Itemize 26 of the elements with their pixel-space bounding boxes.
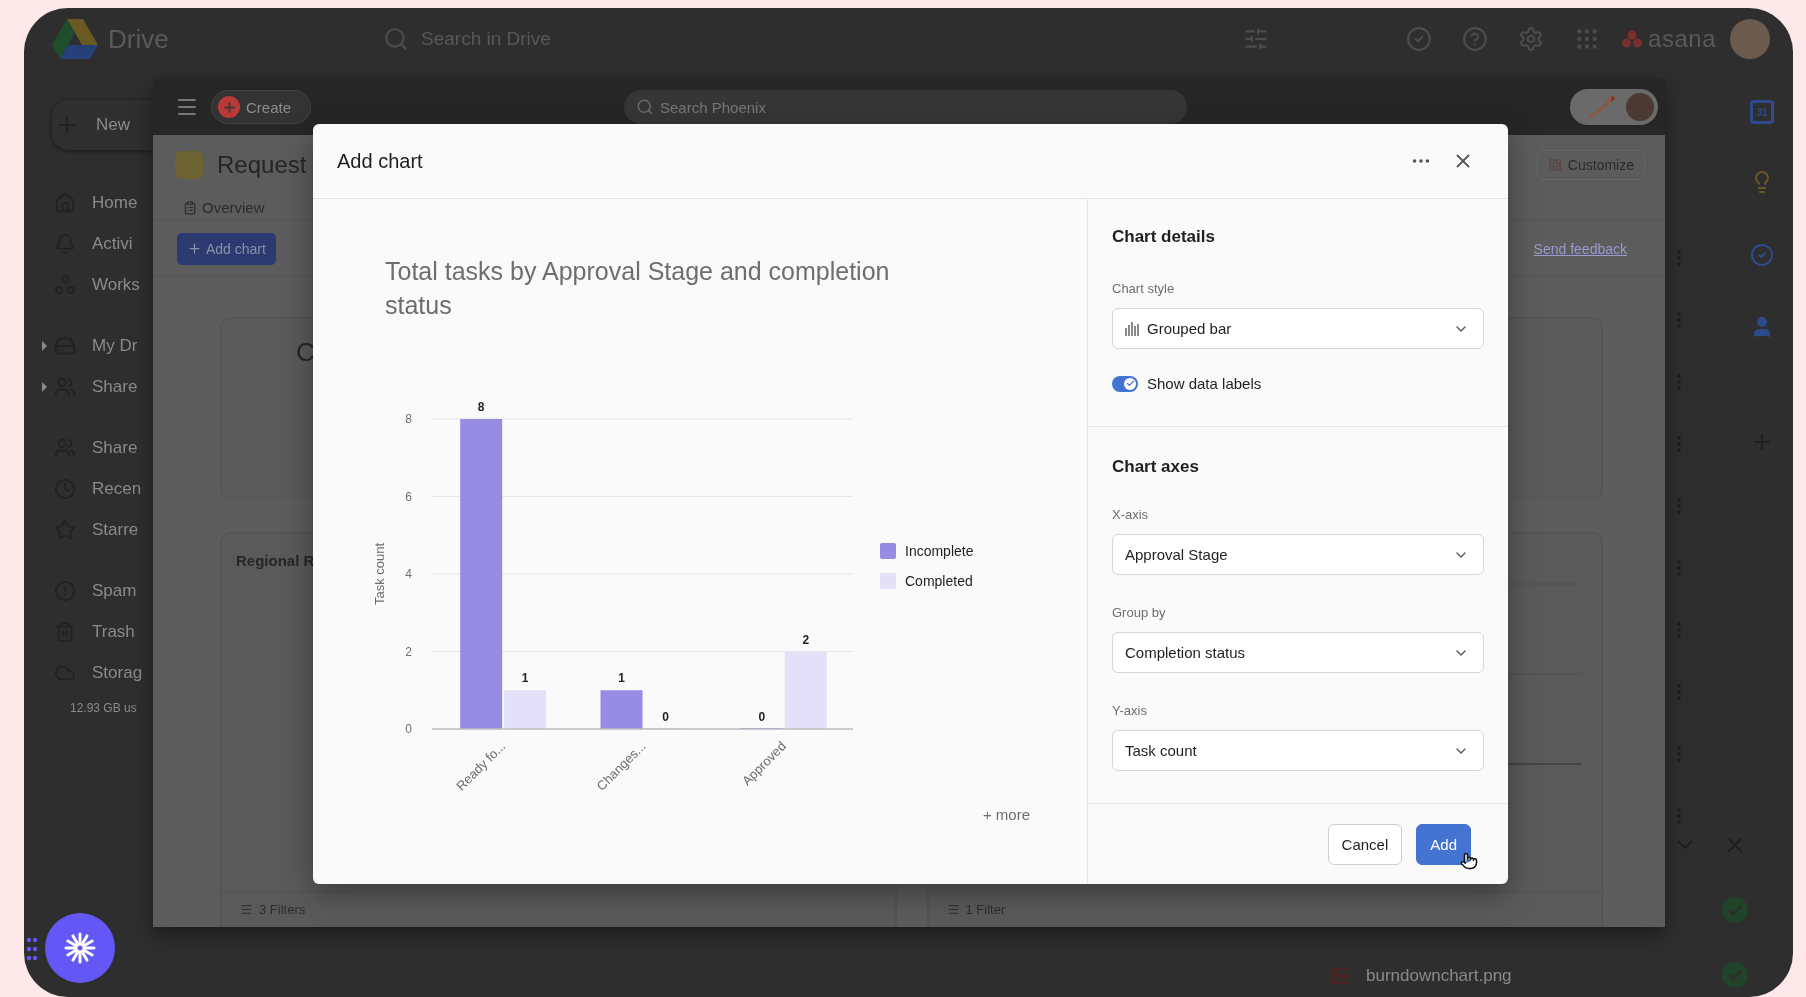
y-tick-label: 2 <box>405 644 412 659</box>
legend-label: Incomplete <box>905 543 974 559</box>
section-heading: Chart details <box>1112 227 1216 247</box>
data-label: 8 <box>477 400 485 414</box>
field-label: Chart style <box>1112 281 1176 296</box>
field-label: Group by <box>1112 605 1167 620</box>
data-label: 1 <box>618 671 625 686</box>
field-label: X-axis <box>1112 507 1150 522</box>
dialog-title: Add chart <box>337 149 423 173</box>
data-label: 0 <box>758 710 766 724</box>
project-title: Request <box>217 151 307 179</box>
data-label: 1 <box>521 671 529 686</box>
data-label: 2 <box>802 632 810 647</box>
section-heading: Chart axes <box>1112 457 1200 477</box>
chart-title: Total tasks by Approval Stage and completion status <box>385 256 891 321</box>
storage-usage: 12.93 GB us <box>70 701 137 715</box>
file-name: burndownchart.png <box>1366 966 1512 986</box>
data-label: 0 <box>662 710 669 724</box>
field-label: Y-axis <box>1112 703 1148 718</box>
y-tick-label: 4 <box>405 567 412 581</box>
legend-label: Completed <box>905 573 973 589</box>
y-axis-title: Task count <box>372 542 387 606</box>
y-tick-label: 8 <box>405 412 412 426</box>
toggle-label: Show data labels <box>1147 375 1262 392</box>
y-tick-label: 6 <box>405 489 412 504</box>
y-tick-label: 0 <box>405 722 412 736</box>
